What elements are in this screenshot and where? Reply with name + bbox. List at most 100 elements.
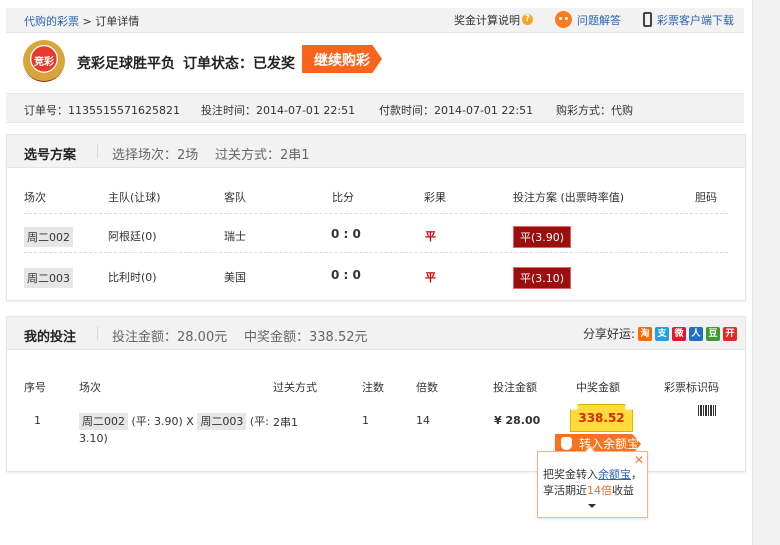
col-bets: 注数	[362, 381, 384, 394]
douban-icon[interactable]: 豆	[706, 326, 720, 341]
col-ticket-code: 彩票标识码	[664, 381, 719, 394]
money-bag-icon	[561, 437, 572, 450]
pay-time: 付款时间：2014-07-01 22:51	[379, 104, 534, 117]
col-score: 比分	[332, 191, 354, 204]
client-download-link[interactable]: 彩票客户端下载	[643, 12, 734, 28]
qa-label: 问题解答	[577, 13, 621, 27]
continue-buying-button[interactable]: 继续购彩	[302, 45, 382, 73]
pick-badge: 平(3.10)	[513, 267, 572, 289]
match-tag: 周二003	[24, 268, 73, 288]
col-pick: 投注方案 (出票時率值)	[513, 191, 625, 204]
row-divider	[24, 213, 728, 214]
bet-amount-value: ¥ 28.00	[494, 414, 541, 427]
col-pass: 过关方式	[273, 381, 317, 394]
bet-index: 1	[34, 414, 41, 427]
breadcrumb-my-lottery-link[interactable]: 代购的彩票	[24, 15, 79, 28]
match-result: 平	[425, 230, 436, 243]
prize-rules-link[interactable]: 奖金计算说明 ?	[454, 12, 533, 28]
lottery-logo-text: 竞彩	[34, 57, 54, 68]
header-divider	[97, 326, 98, 340]
order-header: 竞彩 竞彩足球胜平负 订单状态： 已发奖 继续购彩	[6, 33, 744, 93]
breadcrumb-separator: >	[79, 15, 96, 28]
order-status-label: 订单状态：	[183, 56, 253, 72]
caret-down-icon[interactable]	[588, 504, 596, 508]
match-result: 平	[425, 271, 436, 284]
order-info-bar: 订单号：1135515571625821 投注时间：2014-07-01 22:…	[6, 93, 744, 123]
yuebao-link[interactable]: 余额宝	[598, 468, 631, 481]
bet-pass-type: 2串1	[273, 416, 298, 429]
selection-panel: 选号方案 选择场次：2场 过关方式：2串1 场次 主队(让球) 客队 比分 彩果…	[6, 134, 746, 301]
lottery-name: 竞彩足球胜平负	[77, 56, 175, 72]
my-bet-title: 我的投注	[24, 330, 77, 345]
barcode-icon[interactable]	[698, 405, 716, 416]
bet-count: 1	[362, 414, 369, 427]
match-pick-cont: 3.10)	[79, 432, 108, 445]
col-prize: 中奖金额	[576, 381, 620, 394]
alipay-icon[interactable]: 支	[655, 326, 669, 341]
share-label: 分享好运:	[582, 327, 635, 341]
qa-link[interactable]: 问题解答	[555, 11, 621, 28]
top-links: 奖金计算说明 ? 问题解答 彩票客户端下载	[432, 11, 734, 28]
bet-time: 投注时间：2014-07-01 22:51	[201, 104, 356, 117]
help-question-icon: ?	[522, 14, 533, 25]
top-bar: 代购的彩票 > 订单详情 奖金计算说明 ? 问题解答 彩票客户端下载	[6, 8, 744, 33]
match-score: 0 : 0	[331, 268, 361, 282]
col-match: 场次	[79, 381, 101, 394]
match-tag: 周二002	[79, 413, 128, 430]
lottery-logo: 竞彩	[23, 40, 65, 82]
tooltip-line-1: 把奖金转入余额宝，	[543, 466, 642, 482]
vertical-scrollbar[interactable]	[752, 0, 780, 545]
match-tag: 周二002	[24, 227, 73, 247]
matches-count: 选择场次：2场	[112, 148, 199, 163]
pass-type: 过关方式：2串1	[215, 148, 310, 163]
tooltip-highlight: 14倍	[587, 484, 612, 497]
yuebao-tooltip: ✕ 把奖金转入余额宝， 享活期近14倍收益	[537, 445, 648, 518]
tooltip-text: 把奖金转入	[543, 468, 598, 481]
breadcrumb-current: 订单详情	[95, 15, 140, 28]
col-multiple: 倍数	[416, 381, 438, 394]
match-tag: 周二003	[197, 413, 247, 430]
match-cross: X	[186, 415, 194, 428]
selection-panel-header: 选号方案 选择场次：2场 过关方式：2串1	[7, 135, 745, 168]
pick-badge: 平(3.90)	[513, 226, 572, 248]
away-team: 美国	[224, 271, 246, 284]
col-home: 主队(让球)	[108, 191, 161, 204]
order-detail-page: 代购的彩票 > 订单详情 奖金计算说明 ? 问题解答 彩票客户端下载 竞彩 竞彩…	[6, 8, 746, 472]
bet-matches: 周二002 (平: 3.90) X 周二003 (平: 3.10)	[79, 413, 269, 447]
col-amount: 投注金额	[493, 381, 537, 394]
col-match: 场次	[24, 191, 46, 204]
order-status-value: 已发奖	[253, 56, 295, 72]
close-icon[interactable]: ✕	[634, 453, 644, 467]
match-pick: (平:	[249, 415, 269, 428]
tooltip-text: ，	[631, 468, 642, 481]
buy-method: 购彩方式：代购	[556, 104, 633, 117]
bet-amount: 投注金额：28.00元	[112, 330, 228, 345]
col-result: 彩果	[424, 191, 446, 204]
selection-title: 选号方案	[24, 148, 77, 163]
row-divider	[24, 252, 728, 253]
prize-amount-badge: 338.52	[570, 404, 633, 432]
away-team: 瑞士	[224, 230, 246, 243]
my-bet-panel: 我的投注 投注金额：28.00元 中奖金额：338.52元 分享好运: 淘 支 …	[6, 316, 746, 472]
match-score: 0 : 0	[331, 227, 361, 241]
kaixin-icon[interactable]: 开	[723, 326, 737, 341]
tooltip-text: 收益	[612, 484, 634, 497]
share-bar: 分享好运: 淘 支 微 人 豆 开	[583, 325, 737, 342]
weibo-icon[interactable]: 微	[672, 326, 686, 341]
col-index: 序号	[24, 381, 46, 394]
match-pick: (平: 3.90)	[131, 415, 183, 428]
order-number: 订单号：1135515571625821	[24, 104, 180, 117]
mobile-phone-icon	[643, 12, 652, 27]
col-banker: 胆码	[695, 191, 717, 204]
smiley-face-icon	[555, 11, 572, 28]
prize-rules-label: 奖金计算说明	[454, 13, 520, 27]
renren-icon[interactable]: 人	[689, 326, 703, 341]
client-download-label: 彩票客户端下载	[657, 13, 734, 27]
win-amount: 中奖金额：338.52元	[244, 330, 368, 345]
taobao-icon[interactable]: 淘	[638, 326, 652, 341]
col-away: 客队	[224, 191, 246, 204]
bet-multiple: 14	[416, 414, 430, 427]
breadcrumb: 代购的彩票 > 订单详情	[24, 13, 139, 29]
tooltip-line-2: 享活期近14倍收益	[543, 482, 634, 498]
header-divider	[97, 144, 98, 158]
